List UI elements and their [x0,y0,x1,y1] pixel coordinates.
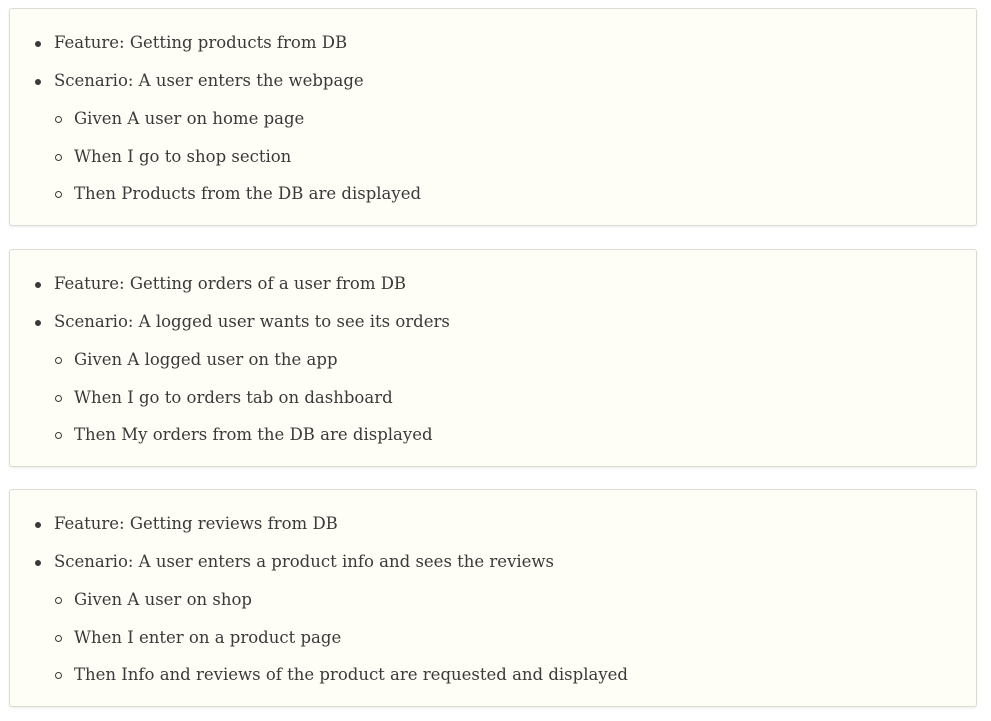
circle-bullet-icon [55,597,62,604]
step-when: When I enter on a product page [74,628,342,647]
circle-bullet-icon [55,191,62,198]
circle-bullet-icon [55,395,62,402]
bullet-icon [35,41,41,47]
step-when: When I go to shop section [74,147,292,166]
step-then: Then Products from the DB are displayed [74,184,422,203]
feature-title: Feature: Getting reviews from DB [54,514,338,533]
bullet-icon [35,79,41,85]
step-then: Then My orders from the DB are displayed [74,425,433,444]
scenario-title: Scenario: A logged user wants to see its… [54,312,450,331]
feature-card: Feature: Getting products from DB Scenar… [9,8,977,226]
circle-bullet-icon [55,635,62,642]
bullet-icon [35,282,41,288]
scenario-title: Scenario: A user enters a product info a… [54,552,555,571]
circle-bullet-icon [55,154,62,161]
circle-bullet-icon [55,116,62,123]
step-given: Given A user on home page [74,109,305,128]
circle-bullet-icon [55,357,62,364]
feature-title: Feature: Getting orders of a user from D… [54,274,407,293]
feature-card: Feature: Getting reviews from DB Scenari… [9,489,977,707]
step-when: When I go to orders tab on dashboard [74,388,393,407]
bullet-icon [35,320,41,326]
feature-card: Feature: Getting orders of a user from D… [9,249,977,467]
step-then: Then Info and reviews of the product are… [74,665,628,684]
scenario-title: Scenario: A user enters the webpage [54,71,364,90]
feature-title: Feature: Getting products from DB [54,33,348,52]
circle-bullet-icon [55,432,62,439]
bullet-icon [35,560,41,566]
step-given: Given A user on shop [74,590,252,609]
bullet-icon [35,522,41,528]
step-given: Given A logged user on the app [74,350,338,369]
circle-bullet-icon [55,672,62,679]
